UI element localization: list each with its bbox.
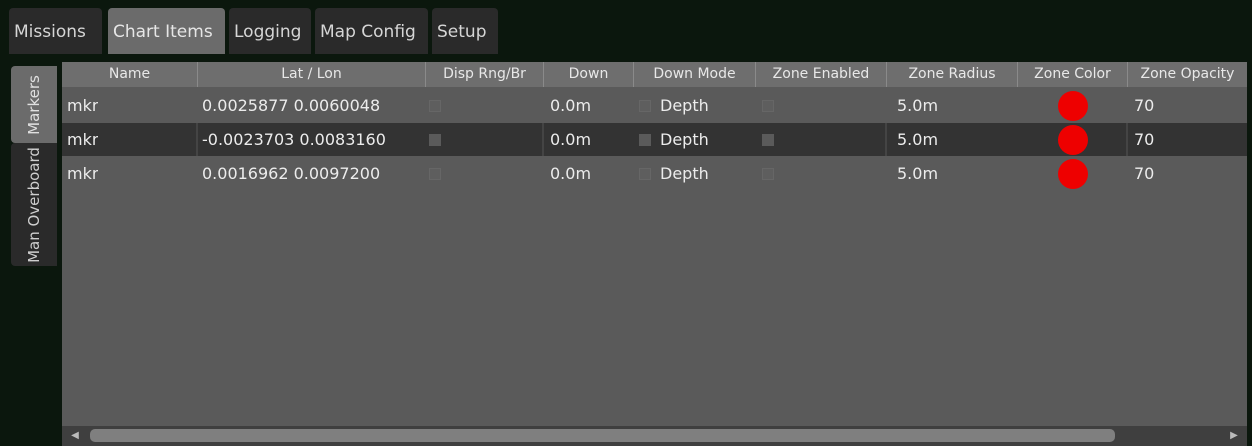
cell-down-mode: Depth [660, 130, 709, 149]
tab-logging[interactable]: Logging [229, 8, 311, 54]
main-tab-bar: Missions Chart Items Logging Map Config … [0, 0, 1252, 58]
cell-down: 0.0m [550, 164, 592, 183]
zone-enabled-checkbox[interactable] [762, 100, 774, 112]
cell-lat-lon: 0.0016962 0.0097200 [202, 164, 381, 183]
cell-divider [542, 123, 544, 156]
cell-down: 0.0m [550, 96, 592, 115]
col-zone-color[interactable]: Zone Color [1018, 62, 1128, 87]
cell-name: mkr [67, 164, 99, 183]
cell-zone-radius: 5.0m [897, 96, 939, 115]
cell-zone-opacity: 70 [1134, 130, 1155, 149]
zone-color-swatch[interactable] [1058, 91, 1088, 121]
cell-down-mode: Depth [660, 164, 709, 183]
col-down[interactable]: Down [544, 62, 634, 87]
scrollbar-thumb[interactable] [90, 429, 1115, 442]
cell-divider [196, 123, 198, 156]
cell-zone-radius: 5.0m [897, 130, 939, 149]
disp-rng-br-checkbox[interactable] [429, 168, 441, 180]
markers-table: Name Lat / Lon Disp Rng/Br Down Down Mod… [62, 62, 1247, 446]
down-mode-checkbox[interactable] [639, 168, 651, 180]
zone-color-swatch[interactable] [1058, 125, 1088, 155]
cell-lat-lon: 0.0025877 0.0060048 [202, 96, 381, 115]
disp-rng-br-checkbox[interactable] [429, 134, 441, 146]
cell-divider [885, 123, 887, 156]
cell-zone-opacity: 70 [1134, 164, 1155, 183]
side-tab-markers[interactable]: Markers [11, 66, 57, 143]
cell-name: mkr [67, 96, 99, 115]
down-mode-checkbox[interactable] [639, 100, 651, 112]
tab-setup[interactable]: Setup [432, 8, 498, 54]
disp-rng-br-checkbox[interactable] [429, 100, 441, 112]
down-mode-checkbox[interactable] [639, 134, 651, 146]
cell-lat-lon: -0.0023703 0.0083160 [202, 130, 386, 149]
arrow-right-icon[interactable]: ▶ [1225, 426, 1243, 446]
col-lat-lon[interactable]: Lat / Lon [198, 62, 426, 87]
col-disp-rng-br[interactable]: Disp Rng/Br [426, 62, 544, 87]
col-zone-enabled[interactable]: Zone Enabled [756, 62, 887, 87]
table-header: Name Lat / Lon Disp Rng/Br Down Down Mod… [62, 62, 1247, 87]
cell-divider [1126, 123, 1128, 156]
table-row[interactable]: mkr 0.0016962 0.0097200 0.0m Depth 5.0m … [62, 157, 1247, 190]
tab-missions[interactable]: Missions [9, 8, 102, 54]
horizontal-scrollbar[interactable]: ◀ ▶ [62, 426, 1247, 446]
zone-enabled-checkbox[interactable] [762, 168, 774, 180]
tab-map-config[interactable]: Map Config [315, 8, 428, 54]
zone-enabled-checkbox[interactable] [762, 134, 774, 146]
arrow-left-icon[interactable]: ◀ [66, 426, 84, 446]
cell-name: mkr [67, 130, 99, 149]
col-zone-radius[interactable]: Zone Radius [887, 62, 1018, 87]
cell-zone-opacity: 70 [1134, 96, 1155, 115]
zone-color-swatch[interactable] [1058, 159, 1088, 189]
table-row[interactable]: mkr 0.0025877 0.0060048 0.0m Depth 5.0m … [62, 89, 1247, 122]
cell-zone-radius: 5.0m [897, 164, 939, 183]
tab-chart-items[interactable]: Chart Items [108, 8, 225, 54]
chart-items-panel: Markers Man Overboard Name Lat / Lon Dis… [0, 56, 1252, 446]
side-tab-man-overboard[interactable]: Man Overboard [11, 143, 57, 266]
table-row-selected[interactable]: mkr -0.0023703 0.0083160 0.0m Depth 5.0m… [62, 123, 1247, 156]
cell-down-mode: Depth [660, 96, 709, 115]
col-down-mode[interactable]: Down Mode [634, 62, 756, 87]
col-zone-opacity[interactable]: Zone Opacity [1128, 62, 1247, 87]
cell-down: 0.0m [550, 130, 592, 149]
col-name[interactable]: Name [62, 62, 198, 87]
